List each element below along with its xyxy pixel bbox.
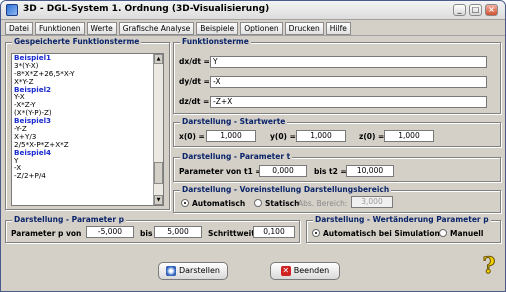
p-from-label: Parameter p von <box>11 229 82 238</box>
list-lines: Beispiel1 3*(Y-X) -8*X*Z+26,5*X-Y X*Y-Z Beis… <box>12 54 163 204</box>
menu-optionen[interactable]: Optionen <box>240 22 283 35</box>
abs-bereich-input[interactable]: 3,000 <box>351 196 393 208</box>
beenden-label: Beenden <box>293 266 330 275</box>
t2-label: bis t2 = <box>314 167 347 176</box>
scroll-down-icon[interactable]: ▼ <box>154 195 163 205</box>
t1-label: Parameter von t1 = <box>179 167 262 176</box>
bereich-auto-radio[interactable] <box>181 199 189 207</box>
beenden-button[interactable]: ✕ Beenden <box>270 262 340 280</box>
startwerte-group: Darstellung - Startwerte x(0) = 1,000 y(… <box>173 117 501 147</box>
list-item[interactable]: Beispiel4 <box>12 148 163 157</box>
menu-beispiele[interactable]: Beispiele <box>196 22 239 35</box>
list-item[interactable]: -Z/2+P/4 <box>12 172 163 180</box>
p-step-input[interactable]: 0,100 <box>253 226 295 238</box>
t1-input[interactable]: 0,000 <box>259 165 307 177</box>
dy-input[interactable]: -X <box>210 76 487 88</box>
list-scrollbar[interactable]: ▲ ▼ <box>153 54 163 205</box>
startwerte-title: Darstellung - Startwerte <box>180 117 288 126</box>
dx-label: dx/dt = <box>179 57 210 66</box>
dy-label: dy/dt = <box>179 77 210 86</box>
param-t-title: Darstellung - Parameter t <box>180 152 293 161</box>
saved-terms-group: Gespeicherte Funktionsterme Beispiel1 3*(… <box>5 37 170 210</box>
list-item[interactable]: Beispiel3 <box>12 117 163 125</box>
wert-auto-label: Automatisch bei Simulation <box>323 229 440 238</box>
menu-drucken[interactable]: Drucken <box>284 22 324 35</box>
p-to-input[interactable]: 5,000 <box>154 226 202 238</box>
menu-werte[interactable]: Werte <box>86 22 117 35</box>
saved-terms-list[interactable]: Beispiel1 3*(Y-X) -8*X*Z+26,5*X-Y X*Y-Z Beis… <box>11 53 164 206</box>
window-title: 3D - DGL-System 1. Ordnung (3D-Visualisi… <box>23 4 270 14</box>
globe-icon <box>165 266 176 276</box>
y0-label: y(0) = <box>270 132 296 141</box>
darstellen-button[interactable]: Darstellen <box>158 262 228 280</box>
scroll-up-icon[interactable]: ▲ <box>154 54 163 64</box>
p-to-label: bis <box>140 229 153 238</box>
bereich-static-radio[interactable] <box>254 199 262 207</box>
scroll-thumb[interactable] <box>154 162 163 184</box>
wertaenderung-title: Darstellung - Wertänderung Parameter p <box>313 215 491 224</box>
list-item[interactable]: Y <box>12 156 163 165</box>
x0-label: x(0) = <box>179 132 205 141</box>
z0-input[interactable]: 1,000 <box>384 130 434 142</box>
title-bar[interactable]: 3D - DGL-System 1. Ordnung (3D-Visualisi… <box>1 1 505 20</box>
funktionsterme-group: Funktionsterme dx/dt = Y dy/dt = -X dz/d… <box>173 37 501 114</box>
bereich-static-label: Statisch <box>265 199 300 208</box>
list-item[interactable] <box>12 196 163 204</box>
bereich-group: Darstellung - Voreinstellung Darstellung… <box>173 185 501 213</box>
maximize-icon[interactable]: □ <box>469 4 482 16</box>
app-window: 3D - DGL-System 1. Ordnung (3D-Visualisi… <box>0 0 506 292</box>
close-icon[interactable]: × <box>485 4 498 16</box>
dz-input[interactable]: -Z+X <box>210 96 487 108</box>
funktionsterme-title: Funktionsterme <box>180 37 251 46</box>
app-icon <box>6 4 18 16</box>
wertaenderung-group: Darstellung - Wertänderung Parameter p A… <box>306 215 501 243</box>
close-x-icon: ✕ <box>280 266 291 276</box>
list-item[interactable]: -8*X*Z+26,5*X-Y <box>12 69 163 78</box>
z0-label: z(0) = <box>359 132 385 141</box>
dx-input[interactable]: Y <box>210 56 487 68</box>
wert-auto-radio[interactable] <box>312 229 320 237</box>
param-p-title: Darstellung - Parameter p <box>12 215 127 224</box>
darstellen-label: Darstellen <box>178 266 220 275</box>
menu-grafische-analyse[interactable]: Grafische Analyse <box>118 22 195 35</box>
bereich-auto-label: Automatisch <box>192 199 246 208</box>
param-p-group: Darstellung - Parameter p Parameter p vo… <box>5 215 300 243</box>
saved-terms-title: Gespeicherte Funktionsterme <box>12 37 142 46</box>
menu-datei[interactable]: Datei <box>5 22 34 35</box>
list-item[interactable]: Beispiel2 <box>12 85 163 94</box>
list-item[interactable] <box>12 180 163 188</box>
wert-manual-label: Manuell <box>450 229 484 238</box>
t2-input[interactable]: 10,000 <box>346 165 394 177</box>
help-question-icon[interactable]: ? <box>476 253 502 280</box>
list-item[interactable] <box>12 188 163 196</box>
dz-label: dz/dt = <box>179 97 210 106</box>
p-from-input[interactable]: -5,000 <box>86 226 134 238</box>
param-t-group: Darstellung - Parameter t Parameter von … <box>173 152 501 182</box>
x0-input[interactable]: 1,000 <box>206 130 256 142</box>
wert-manual-radio[interactable] <box>439 229 447 237</box>
menu-funktionen[interactable]: Funktionen <box>35 22 85 35</box>
menu-hilfe[interactable]: Hilfe <box>325 22 351 35</box>
y0-input[interactable]: 1,000 <box>296 130 346 142</box>
minimize-icon[interactable]: _ <box>453 4 466 16</box>
bereich-title: Darstellung - Voreinstellung Darstellung… <box>180 185 392 194</box>
menu-bar: Datei Funktionen Werte Grafische Analyse Bei… <box>1 20 505 36</box>
abs-bereich-label: Abs. Bereich: <box>298 199 348 208</box>
